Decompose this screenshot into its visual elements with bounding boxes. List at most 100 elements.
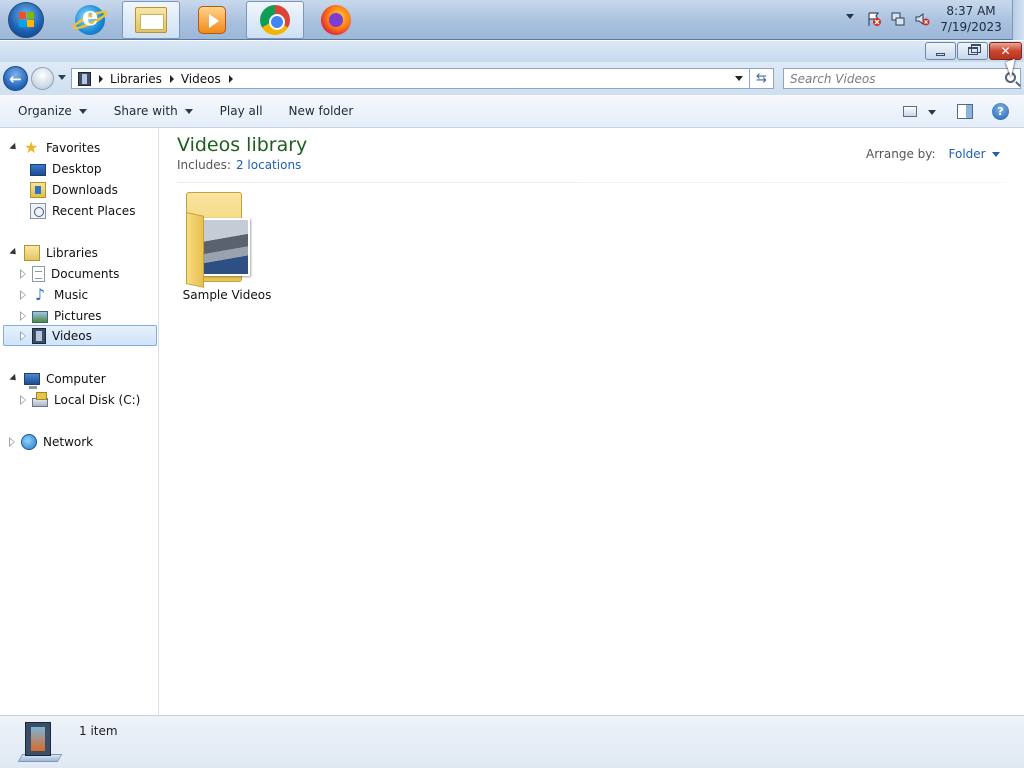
tree-item-pictures[interactable]: Pictures [20,305,102,326]
change-view-icon[interactable] [903,106,917,117]
start-button[interactable] [6,1,46,39]
search-input[interactable] [784,69,994,88]
taskbar-windows-explorer[interactable] [122,1,180,39]
search-box[interactable] [783,68,1021,89]
downloads-icon [30,181,46,198]
play-all-label: Play all [219,104,263,118]
show-desktop-button[interactable] [1012,0,1024,40]
documents-icon [32,265,45,282]
help-icon[interactable]: ? [992,103,1009,120]
arrange-by: Arrange by: Folder [866,147,1000,161]
share-with-button[interactable]: Share with [110,99,197,123]
recent-pages-dropdown[interactable] [58,75,66,80]
expander-closed-icon[interactable] [20,394,26,405]
command-bar: Organize Share with Play all New folder … [0,95,1024,128]
local-disk-icon [32,392,48,407]
internet-explorer-icon [70,2,110,35]
pictures-icon [32,310,48,323]
organize-button[interactable]: Organize [14,99,91,123]
tree-item-music[interactable]: ♪ Music [20,284,88,305]
breadcrumb-separator-icon[interactable] [99,74,103,83]
includes-label: Includes: [177,158,231,172]
action-center-flag-icon[interactable] [866,11,882,27]
back-arrow-icon: ← [9,69,22,88]
chevron-down-icon [78,108,87,114]
content-pane[interactable]: Videos library Includes: 2 locations Arra… [160,128,1024,715]
recent-places-icon [30,202,46,219]
expander-closed-icon[interactable] [20,330,26,341]
restore-button[interactable] [957,42,988,60]
arrange-by-dropdown[interactable]: Folder [949,147,986,161]
folder-thumbnail [202,218,250,276]
tree-label: Local Disk (C:) [54,392,141,407]
tree-label: Favorites [46,140,101,155]
show-hidden-icons-button[interactable] [846,14,854,19]
network-icon[interactable] [890,11,906,27]
star-icon: ★ [24,137,39,157]
address-history-dropdown[interactable] [735,76,743,81]
expander-closed-icon[interactable] [20,268,26,279]
new-folder-label: New folder [288,104,354,118]
view-options-dropdown[interactable] [928,110,936,115]
computer-icon [24,372,40,389]
taskbar-internet-explorer[interactable] [61,1,119,39]
folder-item[interactable]: Sample Videos [182,190,272,302]
expander-closed-icon[interactable] [20,310,26,321]
chrome-icon [260,5,290,35]
tree-favorites[interactable]: ★ Favorites [9,137,101,158]
preview-pane-icon[interactable] [957,104,973,119]
play-all-button[interactable]: Play all [216,99,267,123]
taskbar-firefox[interactable] [307,1,365,39]
taskbar-media-player[interactable] [183,1,241,39]
tree-network[interactable]: Network [9,431,93,452]
navigation-bar: ← Libraries Videos ⇆ [0,62,1024,95]
tree-libraries[interactable]: Libraries [9,242,98,263]
library-includes: Includes: 2 locations [177,158,301,172]
tree-item-recent-places[interactable]: Recent Places [30,200,135,221]
media-player-icon [198,6,226,34]
videos-library-icon [17,720,63,764]
address-bar[interactable]: Libraries Videos [71,68,750,89]
library-title: Videos library [177,134,308,156]
tree-item-documents[interactable]: Documents [20,263,119,284]
navigation-pane: ★ Favorites Desktop Downloads Recent Pla… [0,128,159,715]
expander-closed-icon[interactable] [9,436,15,447]
breadcrumb-libraries[interactable]: Libraries [110,72,162,86]
tree-item-downloads[interactable]: Downloads [30,179,118,200]
clock[interactable]: 8:37 AM 7/19/2023 [936,3,1006,35]
expander-open-icon[interactable] [9,247,19,258]
close-icon: ✕ [1000,44,1011,58]
minimize-button[interactable] [925,42,956,60]
close-button[interactable]: ✕ [989,42,1022,60]
tree-item-videos[interactable]: Videos [3,325,157,346]
window-title-bar[interactable]: ✕ [0,41,1024,62]
breadcrumb-separator-icon[interactable] [169,74,174,83]
refresh-button[interactable]: ⇆ [750,68,774,89]
system-tray: 8:37 AM 7/19/2023 [840,0,1024,40]
tree-label: Recent Places [52,203,136,218]
item-count: 1 item [79,724,118,738]
chevron-down-icon[interactable] [991,151,1000,157]
tree-item-desktop[interactable]: Desktop [30,158,102,179]
videos-library-icon [78,71,91,86]
windows-logo-icon [8,2,44,38]
expander-open-icon[interactable] [9,373,19,384]
volume-muted-icon[interactable] [914,11,930,27]
chevron-down-icon [184,108,193,114]
forward-button[interactable] [31,67,54,90]
libraries-icon [24,244,40,261]
expander-open-icon[interactable] [9,142,19,153]
tree-item-local-disk[interactable]: Local Disk (C:) [20,389,141,410]
back-button[interactable]: ← [3,66,28,91]
expander-closed-icon[interactable] [20,289,26,300]
locations-link[interactable]: 2 locations [236,158,301,172]
breadcrumb-separator-icon[interactable] [228,74,233,83]
music-icon: ♪ [34,284,46,304]
new-folder-button[interactable]: New folder [285,99,358,123]
divider [177,182,1006,183]
breadcrumb-videos[interactable]: Videos [181,72,221,86]
desktop-icon [30,163,46,176]
tree-computer[interactable]: Computer [9,368,106,389]
tree-label: Videos [52,328,92,343]
taskbar-chrome[interactable] [246,1,304,39]
